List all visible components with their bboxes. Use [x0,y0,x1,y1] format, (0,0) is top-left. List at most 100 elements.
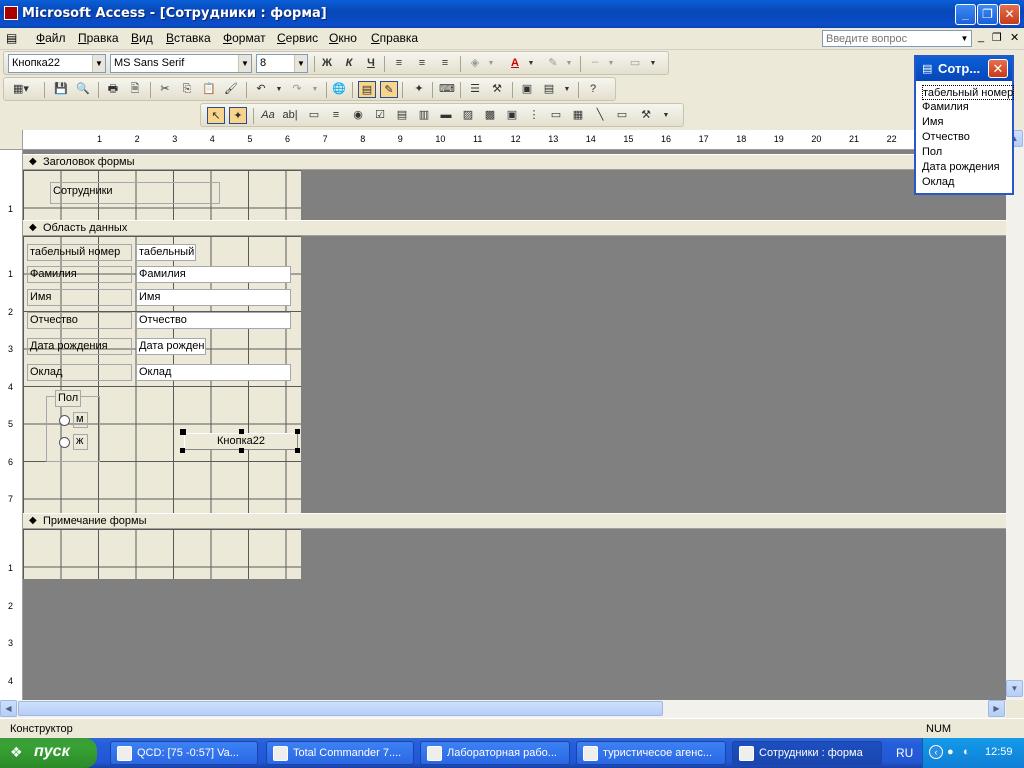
builder-icon[interactable]: ⚒ [488,81,506,98]
toolbox-icon[interactable]: ✎ [380,81,398,98]
bold-button[interactable]: Ж [318,55,336,72]
menu-edit[interactable]: Правка [78,31,119,45]
horizontal-scrollbar[interactable]: ◀ ▶ [0,700,1006,718]
label-birthdate[interactable]: Дата рождения [27,338,132,355]
underline-button[interactable]: Ч [362,55,380,72]
field-list-item[interactable]: Фамилия [922,100,1014,115]
scroll-right-icon[interactable]: ▶ [988,700,1005,717]
label-tool-icon[interactable]: Aa [259,107,277,124]
menu-view[interactable]: Вид [131,31,153,45]
subform-tool-icon[interactable]: ▦ [569,107,587,124]
checkbox-tool-icon[interactable]: ☑ [371,107,389,124]
print-icon[interactable]: 🖶 [104,81,122,98]
menu-file[interactable]: Файл [36,31,66,45]
font-size-selector[interactable]: 8 ▼ [256,54,308,73]
line-color-dropdown-icon[interactable]: ▼ [560,55,578,72]
task-employees-form[interactable]: Сотрудники : форма [732,741,882,765]
tab-control-tool-icon[interactable]: ▭ [547,107,565,124]
command-button-tool-icon[interactable]: ▬ [437,107,455,124]
ask-dropdown-arrow[interactable]: ▼ [958,31,971,46]
hyperlink-icon[interactable]: 🌐 [330,81,348,98]
format-painter-icon[interactable]: 🖌 [222,81,240,98]
label-tab-number[interactable]: табельный номер [27,244,132,261]
resize-handle-icon[interactable] [180,429,186,435]
resize-handle-icon[interactable] [239,448,244,453]
border-width-dropdown-icon[interactable]: ▼ [602,55,620,72]
field-list-item[interactable]: табельный номер [922,85,1015,100]
textbox-tool-icon[interactable]: ab| [281,107,299,124]
detail-section-bar[interactable]: ◆ Область данных [23,220,1006,236]
option-group-tool-icon[interactable]: ▭ [305,107,323,124]
option-button-tool-icon[interactable]: ◉ [349,107,367,124]
field-list-close-icon[interactable]: ✕ [988,59,1008,78]
object-selector[interactable]: Кнопка22 ▼ [8,54,106,73]
menu-tools[interactable]: Сервис [277,31,318,45]
doc-close-button[interactable]: ✕ [1010,31,1019,44]
field-list-item[interactable]: Пол [922,145,1014,160]
font-selector[interactable]: MS Sans Serif ▼ [110,54,252,73]
redo-icon[interactable]: ↷ [288,81,306,98]
scroll-thumb[interactable] [18,701,663,716]
form-footer-grid[interactable] [23,529,301,579]
unbound-object-tool-icon[interactable]: ▩ [481,107,499,124]
resize-handle-icon[interactable] [295,448,300,453]
tray-network-icon[interactable]: ◐ [963,746,970,758]
restore-button[interactable]: ❐ [977,4,998,25]
field-salary[interactable]: Оклад [136,364,291,381]
form-footer-bar[interactable]: ◆ Примечание формы [23,513,1006,529]
resize-handle-icon[interactable] [180,448,185,453]
clock[interactable]: 12:59 [985,746,1013,758]
more-controls-icon[interactable]: ⚒ [637,107,655,124]
label-surname[interactable]: Фамилия [27,266,132,283]
field-name[interactable]: Имя [136,289,291,306]
resize-handle-icon[interactable] [239,429,244,434]
menu-insert[interactable]: Вставка [166,31,211,45]
control-wizards-icon[interactable]: ✦ [229,107,247,124]
task-word-lab[interactable]: Лабораторная рабо... [420,741,570,765]
code-icon[interactable]: ⌨ [438,81,456,98]
align-right-icon[interactable]: ≡ [436,55,454,72]
close-button[interactable]: ✕ [999,4,1020,25]
toolbar-options-icon[interactable]: ▼ [657,107,675,124]
select-objects-icon[interactable]: ↖ [207,107,225,124]
ask-question-input[interactable] [822,30,972,47]
start-button[interactable]: ❖ пуск [0,738,97,768]
redo-dropdown-icon[interactable]: ▼ [306,81,324,98]
combobox-tool-icon[interactable]: ▤ [393,107,411,124]
field-list-titlebar[interactable]: ▤ Сотр... ✕ [916,57,1012,81]
undo-dropdown-icon[interactable]: ▼ [270,81,288,98]
menu-help[interactable]: Справка [371,31,418,45]
vertical-scrollbar[interactable]: ▲ ▼ [1006,130,1024,700]
field-birthdate[interactable]: Дата рожден [136,338,206,355]
properties-icon[interactable]: ☰ [466,81,484,98]
scroll-down-icon[interactable]: ▼ [1006,680,1023,697]
field-list-item[interactable]: Имя [922,115,1014,130]
italic-button[interactable]: К [340,55,358,72]
save-icon[interactable]: 💾 [52,81,70,98]
image-tool-icon[interactable]: ▨ [459,107,477,124]
align-left-icon[interactable]: ≡ [390,55,408,72]
radio-male[interactable] [59,415,70,426]
form-title-label[interactable]: Сотрудники [50,182,220,204]
form-header-bar[interactable]: ◆ Заголовок формы [23,154,1006,170]
print-preview-icon[interactable]: 🗎 [126,81,144,98]
label-patronymic[interactable]: Отчество [27,312,132,329]
label-salary[interactable]: Оклад [27,364,132,381]
menu-window[interactable]: Окно [329,31,357,45]
field-list-item[interactable]: Оклад [922,175,1014,190]
minimize-button[interactable]: _ [955,4,976,25]
search-icon[interactable]: 🔍 [74,81,92,98]
detail-grid[interactable]: табельный номер табельный Фамилия Фамили… [23,236,301,513]
bound-object-tool-icon[interactable]: ▣ [503,107,521,124]
tray-expand-icon[interactable]: ‹ [929,745,943,759]
field-tab-number[interactable]: табельный [136,244,196,261]
field-patronymic[interactable]: Отчество [136,312,291,329]
toggle-button-tool-icon[interactable]: ≡ [327,107,345,124]
field-list-item[interactable]: Дата рождения [922,160,1014,175]
radio-male-label[interactable]: м [73,412,88,428]
listbox-tool-icon[interactable]: ▥ [415,107,433,124]
field-surname[interactable]: Фамилия [136,266,291,283]
rectangle-tool-icon[interactable]: ▭ [613,107,631,124]
doc-minimize-button[interactable]: _ [978,31,984,43]
view-icon[interactable]: ▦▾ [8,81,34,98]
